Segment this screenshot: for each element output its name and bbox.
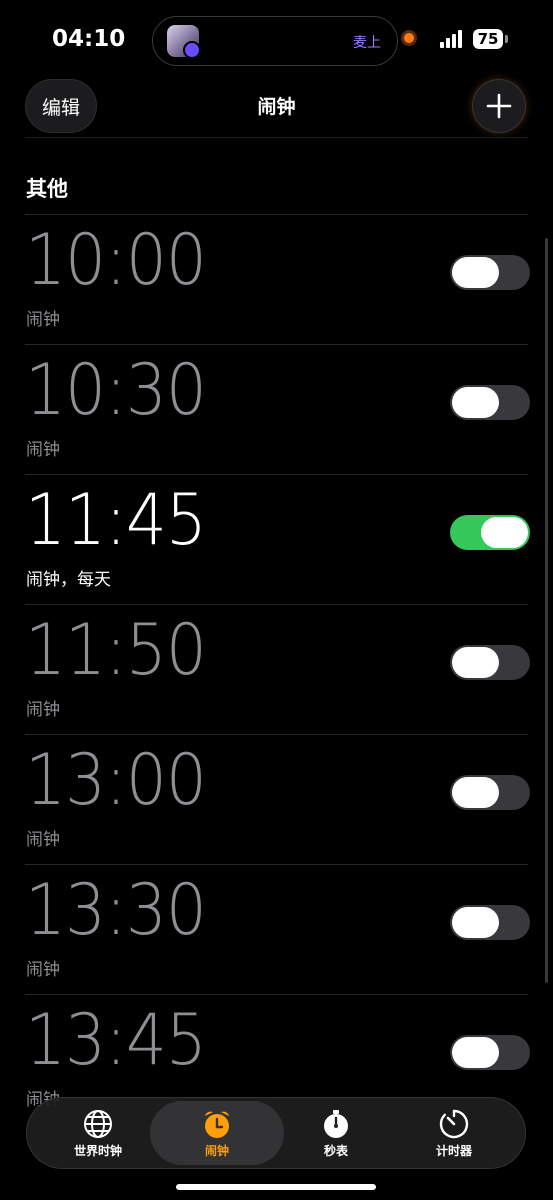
alarm-label: 闹钟 [26, 830, 60, 850]
alarm-label: 闹钟 [26, 960, 60, 980]
tab-alarm[interactable]: 闹钟 [150, 1101, 284, 1165]
scrollbar[interactable] [545, 238, 548, 983]
cellular-signal-icon [440, 30, 466, 48]
alarm-label: 闹钟 [26, 440, 60, 460]
alarm-row[interactable]: 11:50 闹钟 [25, 604, 530, 734]
alarm-time: 10:30 [25, 349, 207, 431]
alarm-label: 闹钟，每天 [26, 570, 111, 590]
dynamic-island[interactable]: 麦上 [152, 16, 398, 66]
alarm-toggle[interactable] [450, 515, 530, 550]
alarm-row[interactable]: 11:45 闹钟，每天 [25, 474, 530, 604]
alarm-time: 13:00 [25, 739, 207, 821]
alarm-time: 11:50 [25, 609, 207, 691]
tab-label: 世界时钟 [73, 1143, 122, 1158]
add-alarm-button[interactable] [472, 79, 526, 133]
island-label: 麦上 [353, 35, 381, 51]
alarm-toggle[interactable] [450, 645, 530, 680]
tab-label: 秒表 [323, 1143, 348, 1158]
battery-icon: 75 [473, 29, 508, 49]
section-title: 其他 [26, 177, 68, 201]
alarm-time: 13:30 [25, 869, 207, 951]
page-title: 闹钟 [257, 96, 296, 118]
alarm-toggle[interactable] [450, 385, 530, 420]
alarm-time: 13:45 [25, 999, 207, 1081]
home-indicator[interactable] [176, 1184, 376, 1190]
tab-world-clock[interactable]: 世界时钟 [38, 1101, 158, 1165]
tab-bar: 世界时钟 闹钟 秒表 计时器 [26, 1097, 526, 1169]
alarm-time: 10:00 [25, 219, 207, 301]
status-bar: 04:10 麦上 75 [0, 0, 553, 80]
alarm-toggle[interactable] [450, 905, 530, 940]
alarm-label: 闹钟 [26, 700, 60, 720]
alarm-row[interactable]: 10:00 闹钟 [25, 214, 530, 344]
album-thumbnail-icon [167, 25, 201, 59]
globe-icon [84, 1109, 112, 1138]
stopwatch-icon [324, 1109, 348, 1138]
alarm-time: 11:45 [25, 479, 207, 561]
alarm-row[interactable]: 13:00 闹钟 [25, 734, 530, 864]
alarm-list: 10:00 闹钟 10:30 闹钟 11:45 闹钟，每天 11:50 闹钟 1… [0, 214, 553, 1124]
status-time: 04:10 [52, 26, 126, 52]
alarm-row[interactable]: 10:30 闹钟 [25, 344, 530, 474]
tab-timer[interactable]: 计时器 [394, 1101, 514, 1165]
timer-icon [439, 1109, 469, 1138]
alarm-toggle[interactable] [450, 775, 530, 810]
alarm-toggle[interactable] [450, 255, 530, 290]
tab-label: 计时器 [435, 1143, 472, 1158]
divider [25, 137, 528, 138]
alarm-toggle[interactable] [450, 1035, 530, 1070]
alarm-label: 闹钟 [26, 310, 60, 330]
plus-icon [486, 93, 512, 119]
alarm-row[interactable]: 13:30 闹钟 [25, 864, 530, 994]
clock-app-screen: 04:10 麦上 75 编辑 闹钟 其他 10:00 闹钟 10:30 闹钟 1… [0, 0, 553, 1200]
tab-label: 闹钟 [204, 1143, 229, 1158]
tab-stopwatch[interactable]: 秒表 [276, 1101, 396, 1165]
alarm-clock-icon [205, 1111, 229, 1138]
privacy-indicator-icon [404, 33, 414, 43]
